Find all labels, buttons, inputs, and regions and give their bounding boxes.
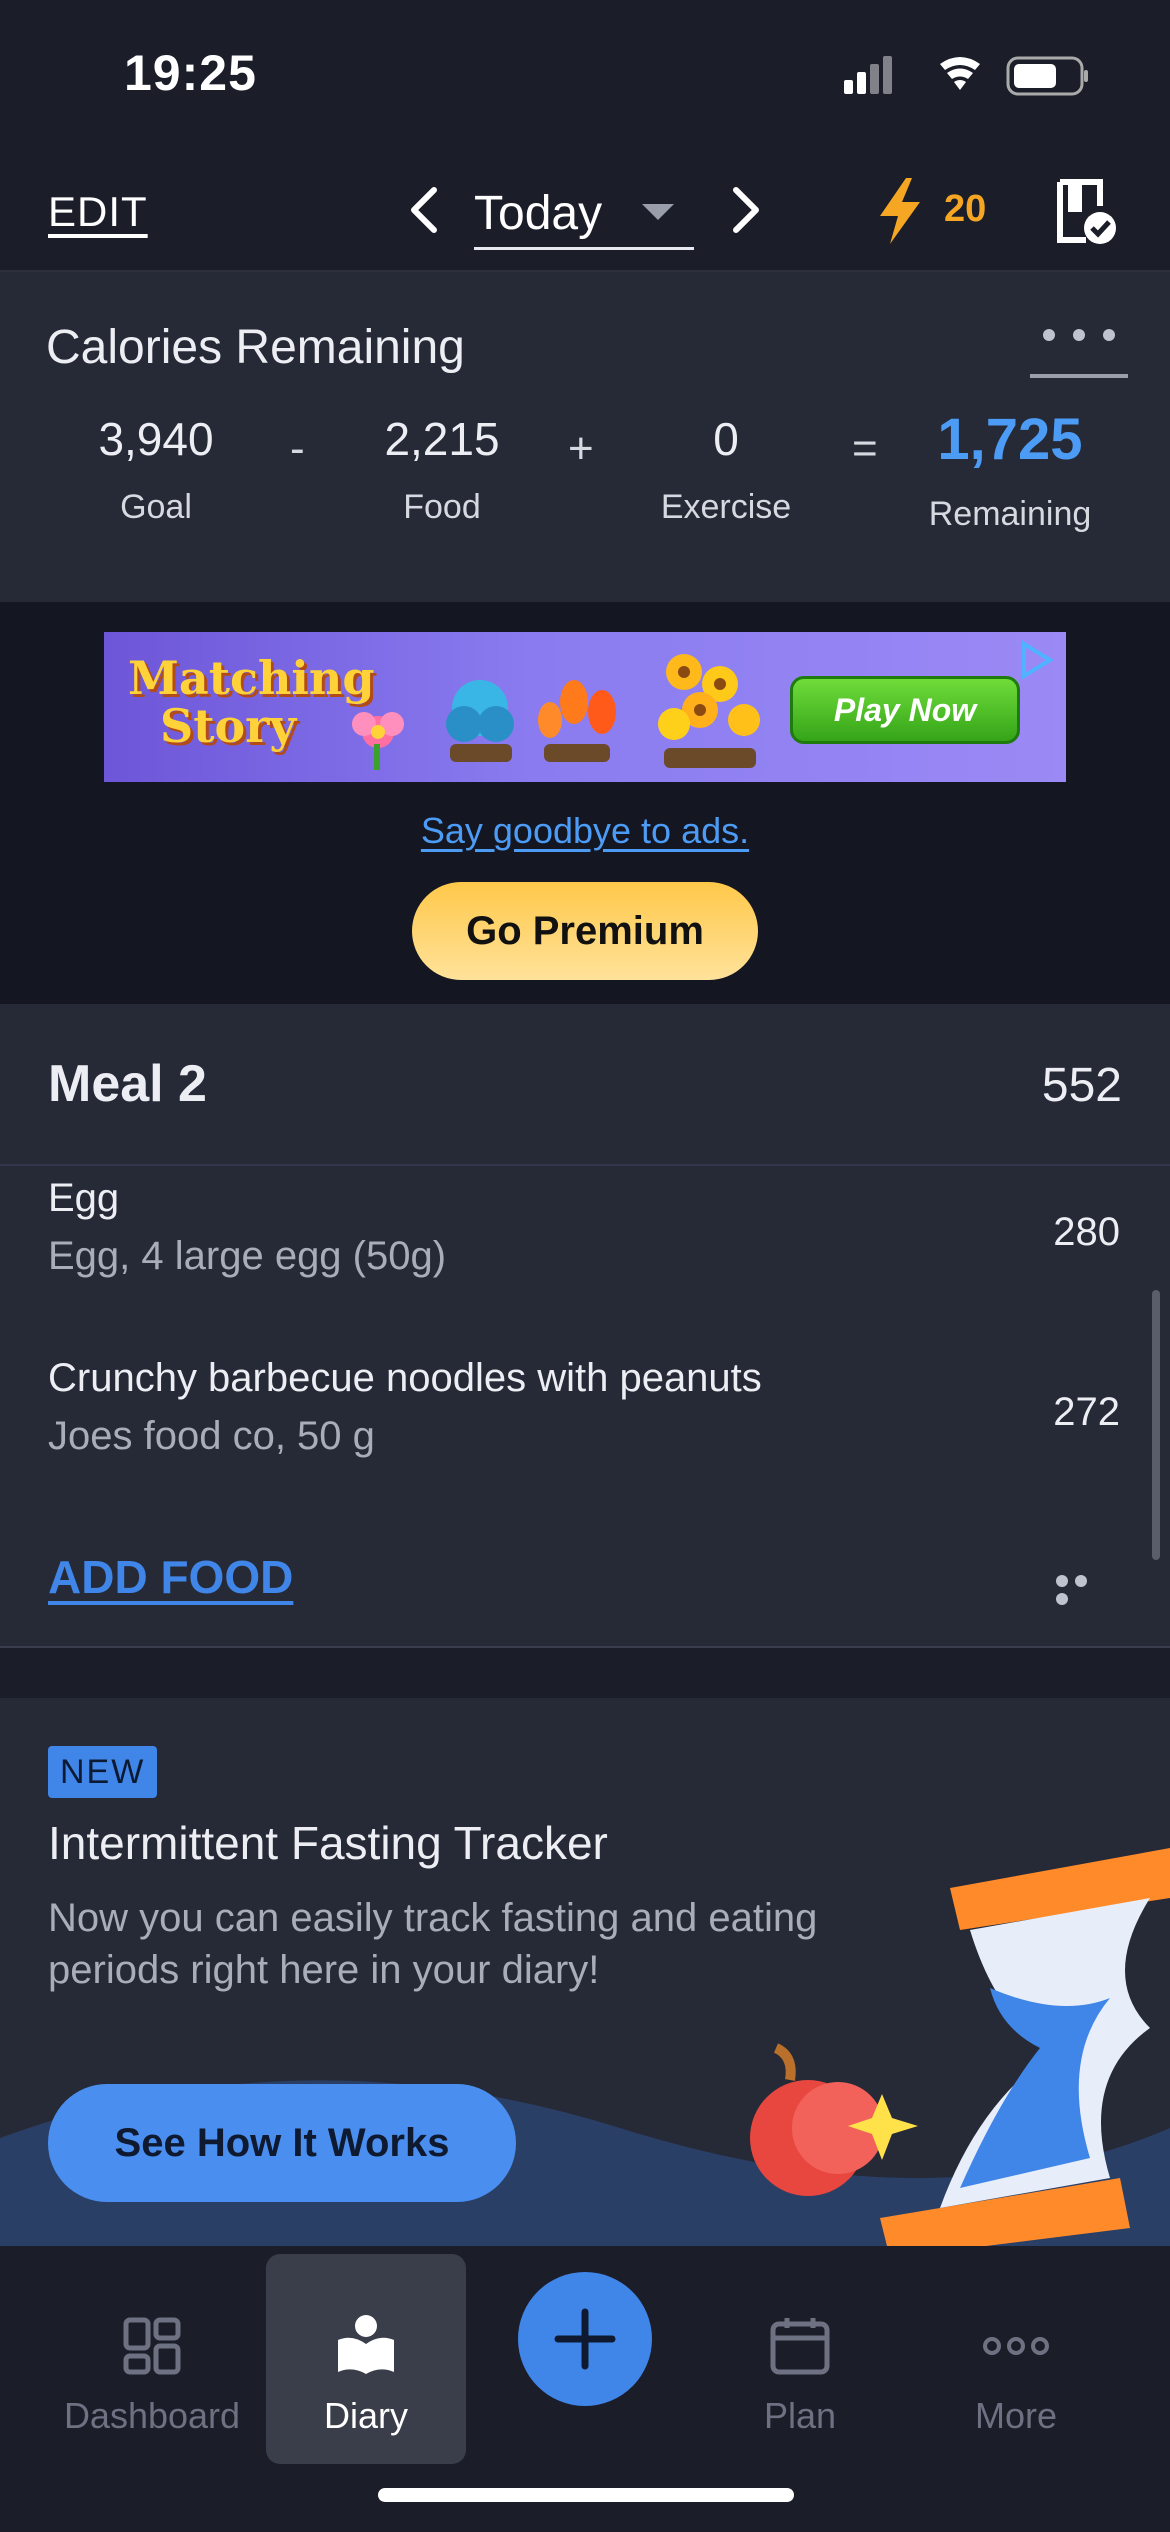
tab-more[interactable]: More <box>916 2290 1116 2460</box>
ad-choices-icon[interactable] <box>1014 638 1058 682</box>
food-calories: 280 <box>1053 1210 1120 1254</box>
plus-operator: + <box>568 424 594 473</box>
food-description: Joes food co, 50 g <box>48 1414 375 1458</box>
meal-title: Meal 2 <box>48 1055 207 1113</box>
equals-operator: = <box>852 424 878 473</box>
food-description: Egg, 4 large egg (50g) <box>48 1234 447 1278</box>
more-dots-icon <box>983 2337 1049 2355</box>
calorie-exercise: 0 Exercise <box>660 413 792 526</box>
food-entry[interactable]: Crunchy barbecue noodles with peanuts Jo… <box>0 1356 1170 1516</box>
calorie-food: 2,215 Food <box>384 413 500 526</box>
meal-more-icon[interactable] <box>1056 1574 1110 1605</box>
status-bar: 19:25 <box>0 0 1170 150</box>
tab-dashboard[interactable]: Dashboard <box>52 2290 252 2460</box>
date-selector[interactable]: Today <box>474 180 694 250</box>
streak-count[interactable]: 20 <box>944 188 986 231</box>
fasting-title: Intermittent Fasting Tracker <box>48 1817 608 1869</box>
go-premium-button[interactable]: Go Premium <box>412 882 758 980</box>
quick-add-button[interactable] <box>518 2272 652 2406</box>
tab-label: Dashboard <box>63 2395 241 2436</box>
fasting-description: Now you can easily track fasting and eat… <box>48 1896 818 1992</box>
calendar-icon <box>770 2318 830 2375</box>
ad-brand-logo: Matching Story <box>128 651 375 753</box>
divider <box>0 1646 1170 1648</box>
food-entry[interactable]: Egg Egg, 4 large egg (50g) 280 <box>0 1176 1170 1336</box>
remove-ads-link[interactable]: Say goodbye to ads. <box>0 810 1170 852</box>
meal-total-calories: 552 <box>1041 1059 1122 1112</box>
fasting-promo-card: NEW Intermittent Fasting Tracker Now you… <box>0 1698 1170 2246</box>
minus-operator: - <box>290 424 305 473</box>
tab-label: More <box>974 2395 1058 2436</box>
tab-label: Plan <box>763 2395 837 2436</box>
food-calories: 272 <box>1053 1390 1120 1434</box>
ad-play-now-button[interactable]: Play Now <box>790 676 1020 744</box>
calories-remaining-title: Calories Remaining <box>46 321 465 374</box>
next-day-icon[interactable] <box>720 180 770 240</box>
calorie-remaining: 1,725 Remaining <box>928 407 1092 533</box>
add-food-button[interactable]: ADD FOOD <box>48 1550 293 1604</box>
food-name: Egg <box>48 1176 120 1220</box>
wifi-icon <box>940 57 980 90</box>
previous-day-icon[interactable] <box>400 180 450 240</box>
meal-header: Meal 2 552 <box>0 1004 1170 1166</box>
battery-icon <box>1006 56 1088 96</box>
home-indicator[interactable] <box>378 2488 794 2502</box>
edit-button[interactable]: EDIT <box>48 188 148 236</box>
dashboard-grid-icon <box>123 2317 181 2375</box>
diary-header: EDIT Today 20 <box>0 150 1170 272</box>
plus-icon <box>554 2308 616 2370</box>
meal-section: Meal 2 552 Egg Egg, 4 large egg (50g) 28… <box>0 1004 1170 1648</box>
see-how-it-works-button[interactable]: See How It Works <box>48 2084 516 2202</box>
ad-banner[interactable]: Matching Story Play Now <box>104 632 1066 782</box>
lightning-bolt-icon[interactable] <box>872 176 928 246</box>
date-label: Today <box>474 187 603 240</box>
status-time: 19:25 <box>124 45 257 101</box>
scrollbar[interactable] <box>1152 1290 1160 1560</box>
status-icons <box>844 56 1088 96</box>
calories-remaining-card: Calories Remaining 3,940 Goal - 2,215 Fo… <box>0 272 1170 602</box>
apple-icon <box>750 2043 918 2196</box>
new-badge: NEW <box>48 1746 158 1798</box>
calories-more-button[interactable] <box>1030 328 1128 378</box>
diary-book-icon <box>338 2315 394 2374</box>
tab-plan[interactable]: Plan <box>700 2290 900 2460</box>
complete-diary-icon[interactable] <box>1054 176 1118 246</box>
calorie-goal: 3,940 Goal <box>98 413 214 526</box>
cellular-signal-icon <box>844 56 892 94</box>
chevron-down-icon <box>642 204 674 220</box>
food-name: Crunchy barbecue noodles with peanuts <box>48 1356 762 1400</box>
tab-diary[interactable]: Diary <box>266 2254 466 2464</box>
tab-label: Diary <box>323 2395 408 2436</box>
ad-section: Matching Story Play Now Say goodbye to a… <box>0 602 1170 1004</box>
